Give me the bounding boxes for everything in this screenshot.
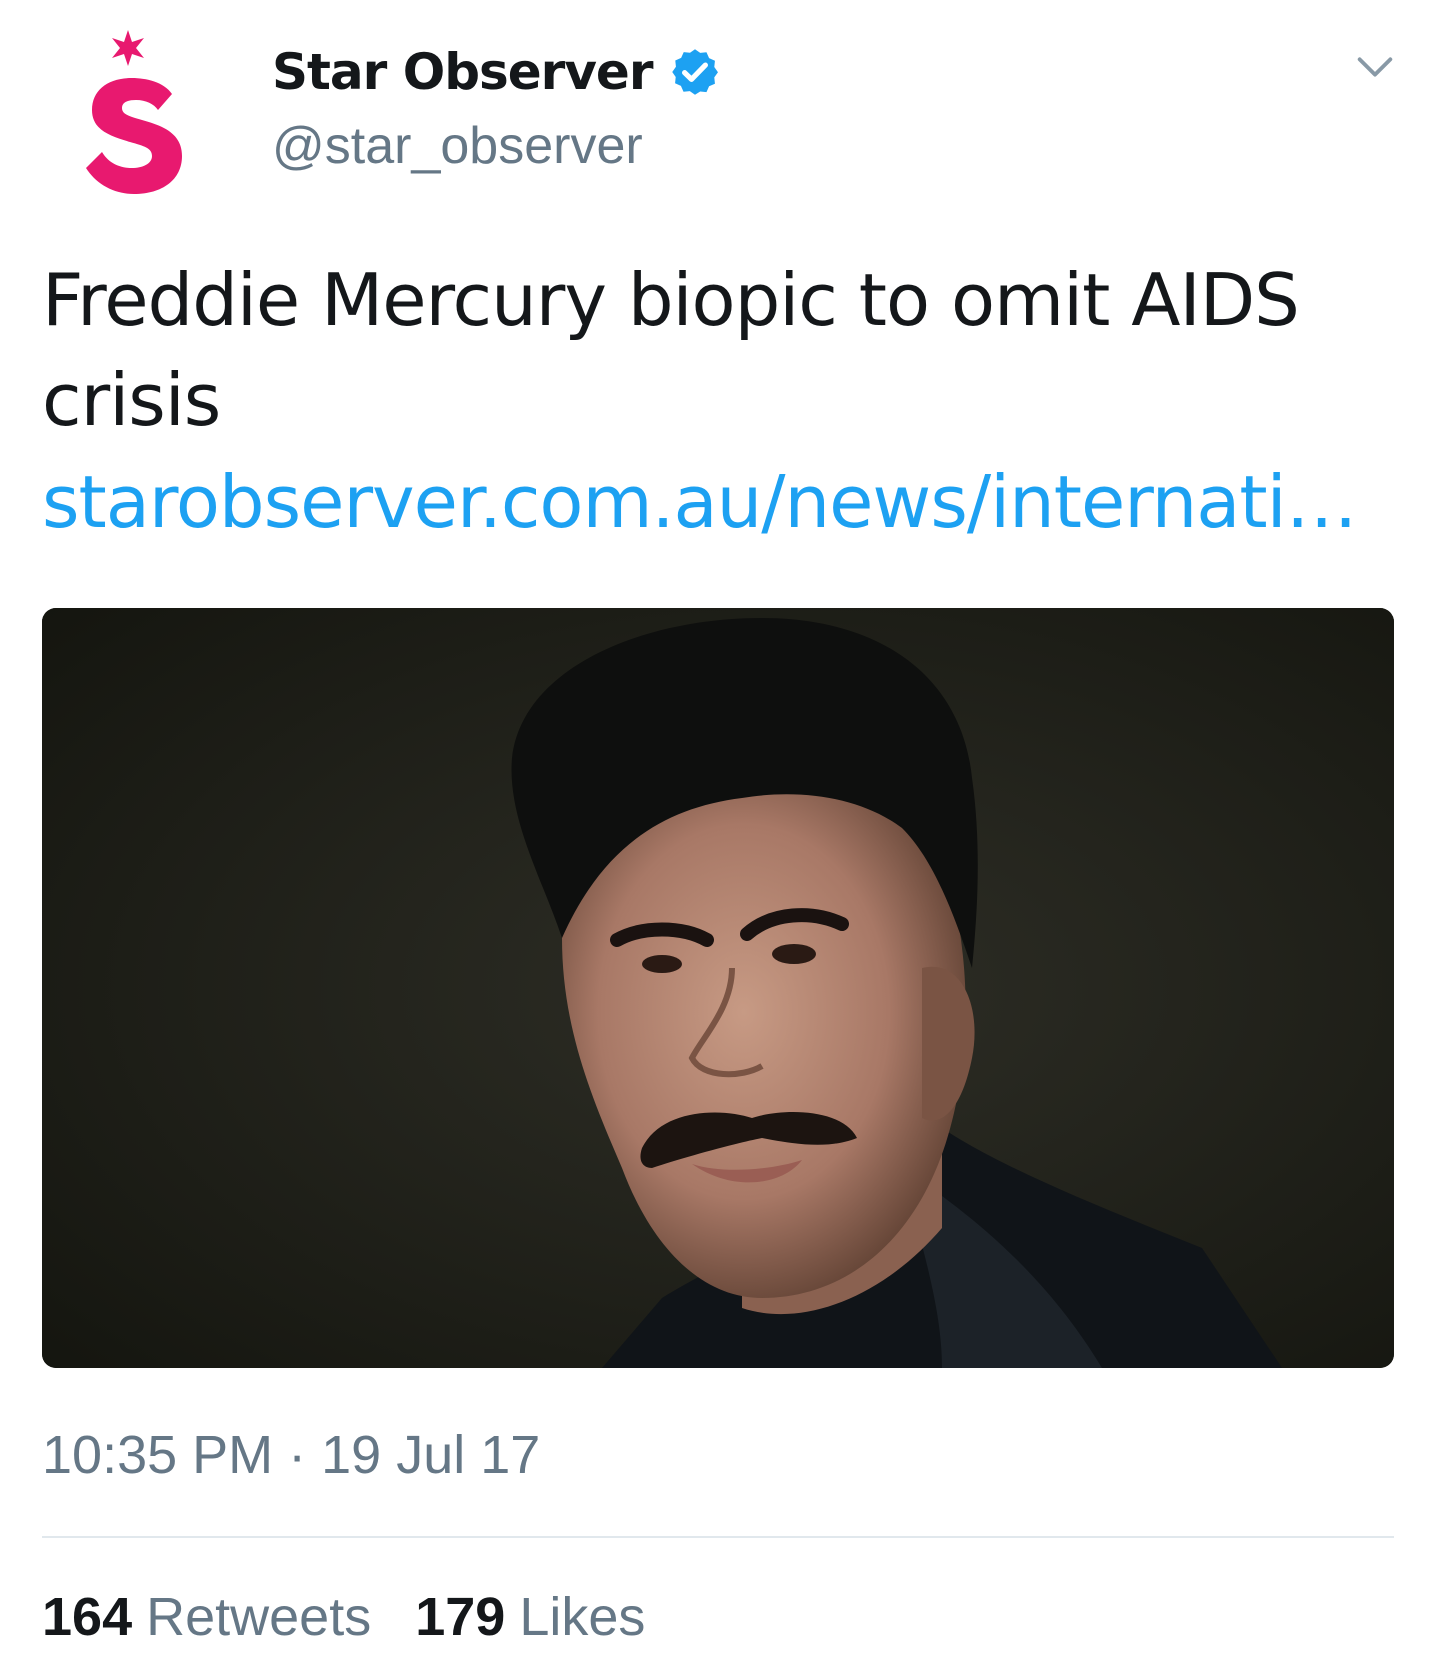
tweet-link[interactable]: starobserver.com.au/news/internati… xyxy=(42,452,1422,552)
avatar[interactable] xyxy=(80,12,200,202)
likes-count: 179 xyxy=(415,1587,506,1647)
display-name-row: Star Observer xyxy=(272,36,721,108)
account-handle[interactable]: @star_observer xyxy=(272,116,721,176)
likes-label: Likes xyxy=(519,1587,646,1647)
retweets-stat[interactable]: 164 Retweets xyxy=(42,1586,371,1648)
account-info: Star Observer @star_observer xyxy=(272,36,721,176)
tweet-media-photo[interactable] xyxy=(42,608,1394,1368)
retweets-count: 164 xyxy=(42,1587,133,1647)
portrait-photo-icon xyxy=(42,608,1394,1368)
tweet-stats: 164 Retweets 179 Likes xyxy=(42,1586,689,1648)
tweet-card: Star Observer @star_observer Freddie Mer… xyxy=(0,0,1438,1676)
divider xyxy=(42,1536,1394,1538)
display-name[interactable]: Star Observer xyxy=(272,43,654,101)
star-observer-logo-icon xyxy=(86,30,182,194)
verified-badge-icon xyxy=(669,46,721,98)
tweet-timestamp[interactable]: 10:35 PM · 19 Jul 17 xyxy=(42,1424,540,1486)
tweet-text: Freddie Mercury biopic to omit AIDS cris… xyxy=(42,258,1300,442)
retweets-label: Retweets xyxy=(146,1587,372,1647)
chevron-down-icon[interactable] xyxy=(1352,44,1398,90)
likes-stat[interactable]: 179 Likes xyxy=(415,1586,645,1648)
